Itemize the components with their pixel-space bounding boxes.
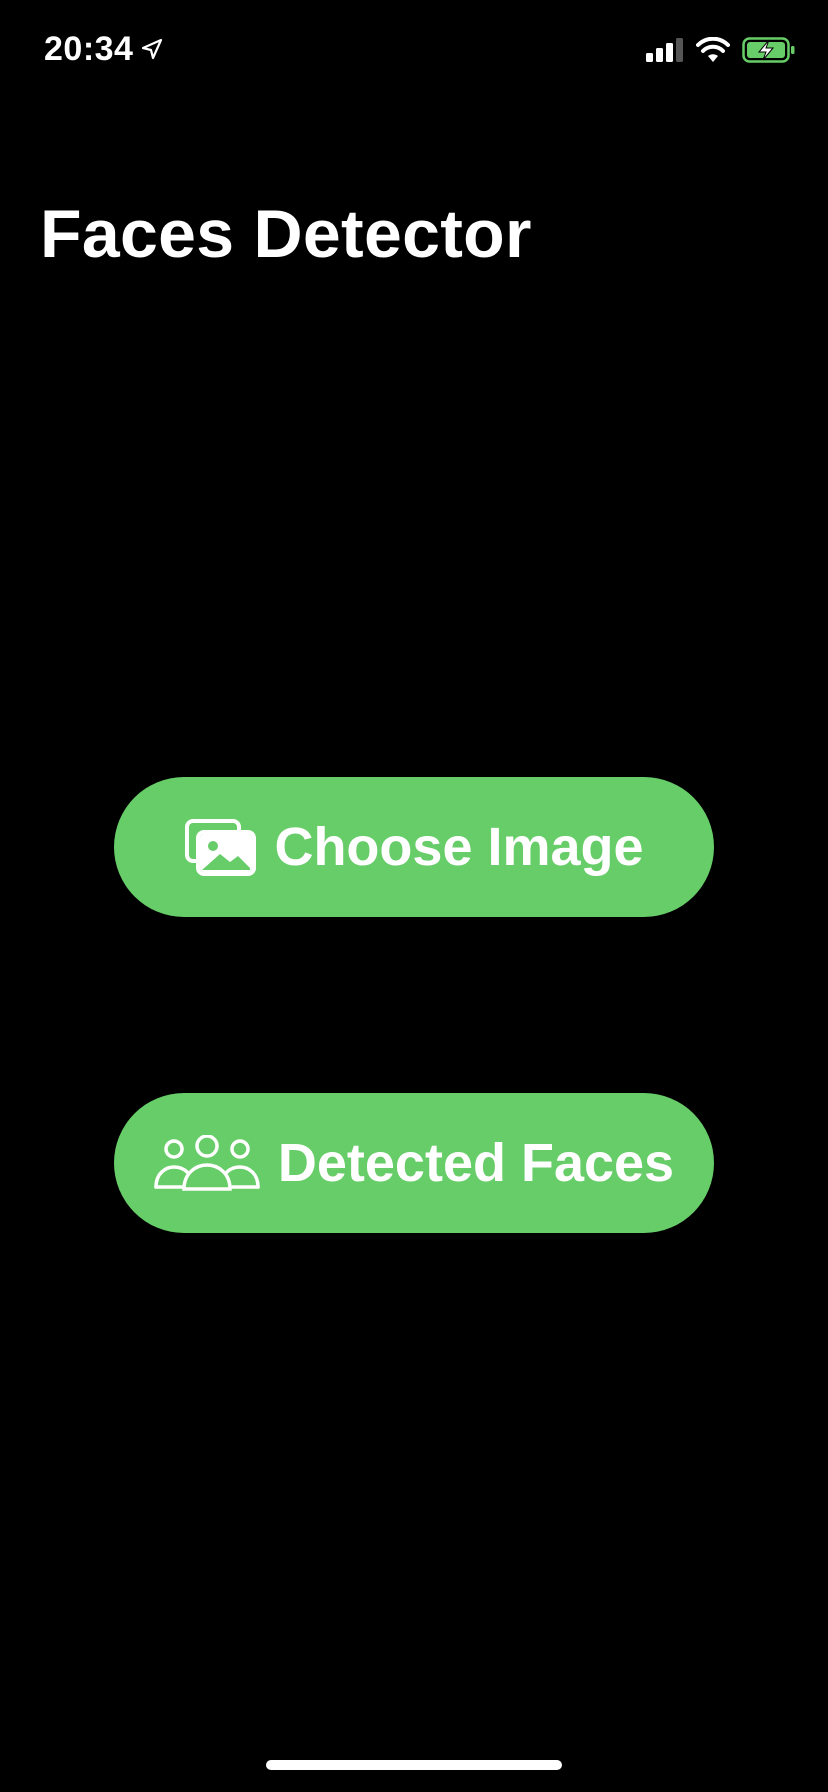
wifi-icon: [696, 37, 730, 63]
status-bar: 20:34: [0, 0, 828, 100]
cellular-signal-icon: [646, 38, 684, 62]
home-indicator[interactable]: [266, 1760, 562, 1770]
detected-faces-button[interactable]: Detected Faces: [114, 1093, 714, 1233]
photo-stack-icon: [184, 818, 257, 876]
choose-image-button[interactable]: Choose Image: [114, 777, 714, 917]
status-time-group: 20:34: [44, 28, 163, 70]
location-arrow-icon: [141, 38, 163, 60]
page-title: Faces Detector: [40, 196, 532, 272]
status-time: 20:34: [44, 30, 134, 68]
battery-charging-icon: [742, 37, 796, 63]
detected-faces-label: Detected Faces: [277, 1133, 675, 1193]
three-people-icon: [154, 1135, 260, 1191]
choose-image-label: Choose Image: [274, 817, 644, 877]
status-indicators: [646, 34, 796, 66]
